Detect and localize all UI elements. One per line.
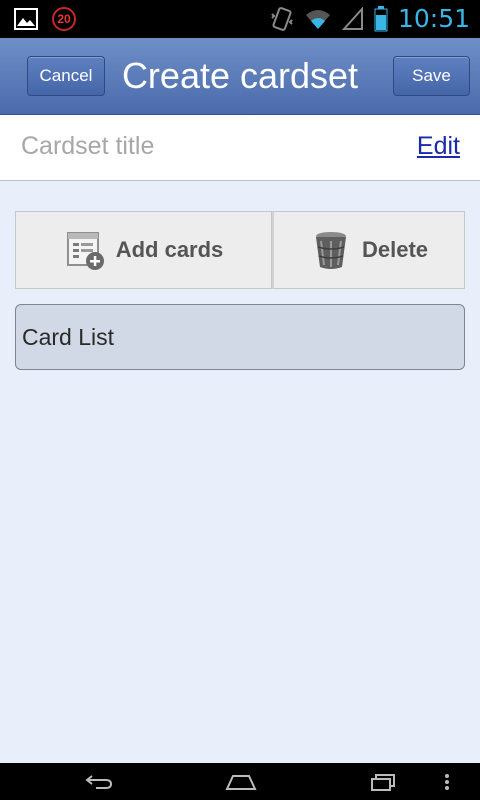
save-button[interactable]: Save — [393, 56, 470, 96]
status-bar-notifications: 20 — [14, 7, 76, 31]
home-button[interactable] — [221, 769, 261, 795]
add-cards-button[interactable]: Add cards — [15, 211, 272, 289]
card-list-header[interactable]: Card List — [15, 304, 465, 370]
status-bar-system: 10:51 — [270, 4, 470, 34]
battery-icon — [374, 6, 388, 32]
edit-link[interactable]: Edit — [417, 132, 460, 161]
action-bar: Cancel Create cardset Save — [0, 38, 480, 115]
notification-badge: 20 — [52, 7, 76, 31]
back-button[interactable] — [79, 769, 119, 795]
clock: 10:51 — [397, 4, 470, 33]
back-icon — [85, 775, 113, 789]
overflow-menu-icon — [445, 774, 449, 790]
delete-button[interactable]: Delete — [272, 211, 465, 289]
trash-icon — [315, 232, 346, 269]
recent-apps-icon — [371, 774, 395, 791]
wifi-icon — [305, 10, 330, 29]
signal-icon — [341, 7, 363, 30]
menu-button[interactable] — [437, 769, 457, 795]
recent-apps-button[interactable] — [363, 769, 403, 795]
home-icon — [225, 775, 257, 790]
add-cards-icon — [66, 232, 104, 270]
vibrate-icon — [271, 7, 293, 31]
status-bar: 20 10:51 — [0, 0, 480, 38]
cardset-title-field[interactable]: Cardset title — [21, 132, 154, 161]
add-cards-label: Add cards — [115, 237, 224, 262]
delete-label: Delete — [361, 237, 429, 262]
gallery-icon — [14, 8, 38, 30]
card-list-label: Card List — [22, 324, 115, 350]
action-buttons-row: Add cards Delete — [15, 211, 465, 289]
navigation-bar — [0, 763, 480, 800]
cardset-title-row: Cardset title Edit — [0, 115, 480, 181]
